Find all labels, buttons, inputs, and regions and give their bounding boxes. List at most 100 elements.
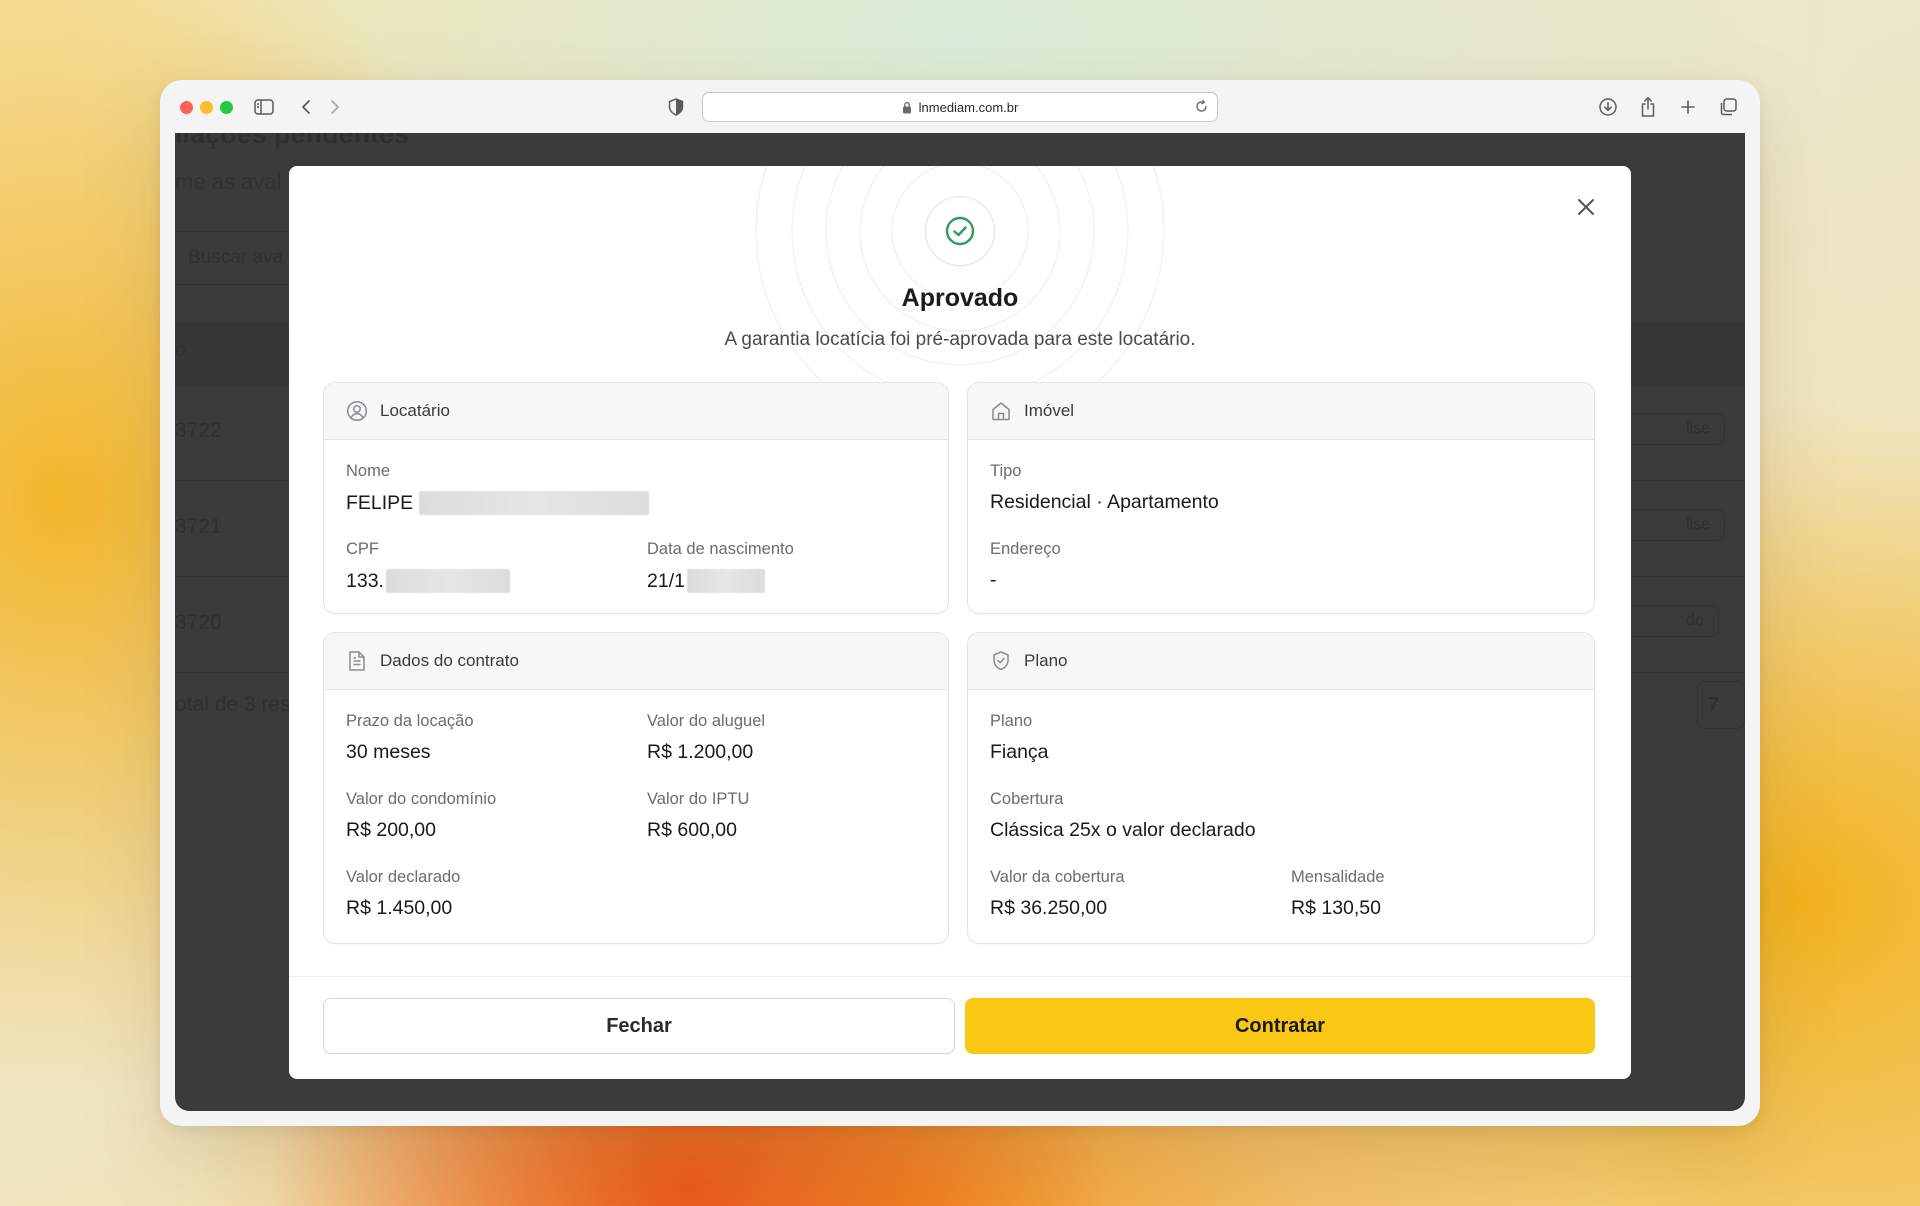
home-icon <box>990 400 1012 422</box>
status-badge: lise <box>1615 509 1726 541</box>
check-circle-icon <box>945 216 975 246</box>
back-icon[interactable] <box>294 95 318 119</box>
condo-value: R$ 200,00 <box>346 819 436 841</box>
status-badge: lise <box>1615 413 1726 445</box>
declared-value: R$ 1.450,00 <box>346 897 453 919</box>
url-text: lnmediam.com.br <box>918 99 1019 115</box>
property-card-title: Imóvel <box>1024 401 1075 420</box>
condo-value-field: Valor do condomínio R$ 200,00 <box>346 789 496 841</box>
tenant-card-header: Locatário <box>324 383 948 440</box>
iptu-value: R$ 600,00 <box>647 819 737 841</box>
iptu-value-field: Valor do IPTU R$ 600,00 <box>647 789 749 841</box>
zoom-window-button[interactable] <box>220 101 233 114</box>
monthly-fee-field: Mensalidade R$ 130,50 <box>1291 867 1385 919</box>
property-address-label: Endereço <box>990 540 1061 558</box>
contract-button[interactable]: Contratar <box>965 998 1595 1054</box>
tenant-birth-value: 21/1 <box>647 570 685 592</box>
background-results-count: otal de 3 res <box>175 693 291 716</box>
tenant-birth-value-row: 21/1 <box>647 569 794 593</box>
tab-overview-icon[interactable] <box>1716 95 1740 119</box>
lease-term-field: Prazo da locação 30 meses <box>346 711 474 763</box>
property-card: Imóvel Tipo Residencial · Apartamento En… <box>967 382 1595 614</box>
privacy-shield-icon[interactable] <box>664 95 688 119</box>
rent-value-field: Valor do aluguel R$ 1.200,00 <box>647 711 765 763</box>
background-page-number: 7 <box>1697 681 1745 729</box>
lease-term-value: 30 meses <box>346 741 431 763</box>
tenant-name-field: Nome FELIPE <box>346 461 650 515</box>
coverage-amount-field: Valor da cobertura R$ 36.250,00 <box>990 867 1125 919</box>
plan-name-field: Plano Fiança <box>990 711 1049 763</box>
lease-term-label: Prazo da locação <box>346 712 474 730</box>
new-tab-icon[interactable] <box>1676 95 1700 119</box>
address-bar[interactable]: lnmediam.com.br <box>702 92 1218 122</box>
declared-value-label: Valor declarado <box>346 868 461 886</box>
success-badge <box>925 196 995 266</box>
close-icon <box>1578 199 1594 215</box>
downloads-icon[interactable] <box>1596 95 1620 119</box>
tenant-name-value-row: FELIPE <box>346 491 650 515</box>
row-id: 3721 <box>175 515 222 538</box>
background-page-title: liações pendentes <box>175 133 410 149</box>
lock-icon <box>902 101 912 114</box>
tenant-cpf-value: 133. <box>346 570 384 592</box>
tenant-cpf-field: CPF 133. <box>346 539 510 593</box>
contract-card: Dados do contrato Prazo da locação 30 me… <box>323 632 949 944</box>
user-circle-icon <box>346 400 368 422</box>
close-modal-button[interactable] <box>1571 192 1601 222</box>
sidebar-toggle-icon[interactable] <box>252 95 276 119</box>
rent-value-label: Valor do aluguel <box>647 712 766 730</box>
tenant-card-title: Locatário <box>380 401 450 420</box>
property-type-field: Tipo Residencial · Apartamento <box>990 461 1219 513</box>
tenant-name-value: FELIPE <box>346 492 414 514</box>
plan-name-label: Plano <box>990 712 1033 730</box>
document-icon <box>346 650 368 672</box>
monthly-fee-value: R$ 130,50 <box>1291 897 1381 919</box>
minimize-window-button[interactable] <box>200 101 213 114</box>
declared-value-field: Valor declarado R$ 1.450,00 <box>346 867 460 919</box>
property-address-field: Endereço - <box>990 539 1061 591</box>
coverage-field: Cobertura Clássica 25x o valor declarado <box>990 789 1256 841</box>
background-header-fragment: o <box>175 339 187 361</box>
browser-window: lnmediam.com.br liações pendentes me as … <box>160 80 1760 1126</box>
tenant-cpf-label: CPF <box>346 540 379 558</box>
condo-value-label: Valor do condomínio <box>346 790 497 808</box>
row-id: 3720 <box>175 611 222 634</box>
redacted-cpf <box>385 569 510 593</box>
close-button[interactable]: Fechar <box>323 998 955 1054</box>
plan-name-value: Fiança <box>990 741 1049 763</box>
coverage-amount-label: Valor da cobertura <box>990 868 1125 886</box>
redacted-name <box>419 491 650 515</box>
background-page-subtitle: me as aval <box>175 169 282 194</box>
share-icon[interactable] <box>1636 95 1660 119</box>
plan-card: Plano Plano Fiança Cobertura Clássica 25… <box>967 632 1595 944</box>
page-viewport: liações pendentes me as aval Buscar ava … <box>175 133 1745 1111</box>
tenant-card: Locatário Nome FELIPE CPF 133. Data de n… <box>323 382 949 614</box>
rent-value: R$ 1.200,00 <box>647 741 754 763</box>
coverage-value: Clássica 25x o valor declarado <box>990 819 1256 841</box>
contract-card-header: Dados do contrato <box>324 633 948 690</box>
iptu-value-label: Valor do IPTU <box>647 790 750 808</box>
close-window-button[interactable] <box>180 101 193 114</box>
contract-card-title: Dados do contrato <box>380 651 519 670</box>
tenant-birth-field: Data de nascimento 21/1 <box>647 539 794 593</box>
forward-icon[interactable] <box>323 95 347 119</box>
modal-subtitle: A garantia locatícia foi pré-aprovada pa… <box>724 329 1196 350</box>
property-card-header: Imóvel <box>968 383 1594 440</box>
coverage-label: Cobertura <box>990 790 1064 808</box>
property-type-value: Residencial · Apartamento <box>990 491 1219 513</box>
redacted-birth-date <box>686 569 765 593</box>
plan-card-title: Plano <box>1024 651 1068 670</box>
tenant-birth-label: Data de nascimento <box>647 540 794 558</box>
property-type-label: Tipo <box>990 462 1022 480</box>
tenant-cpf-value-row: 133. <box>346 569 510 593</box>
browser-toolbar: lnmediam.com.br <box>160 80 1760 134</box>
tenant-name-label: Nome <box>346 462 391 480</box>
monthly-fee-label: Mensalidade <box>1291 868 1385 886</box>
property-address-value: - <box>990 569 997 591</box>
footer-divider <box>289 976 1631 977</box>
modal-title: Aprovado <box>901 284 1019 312</box>
coverage-amount-value: R$ 36.250,00 <box>990 897 1108 919</box>
reload-icon[interactable] <box>1194 99 1209 114</box>
plan-card-header: Plano <box>968 633 1594 690</box>
approval-modal: Aprovado A garantia locatícia foi pré-ap… <box>289 166 1631 1079</box>
